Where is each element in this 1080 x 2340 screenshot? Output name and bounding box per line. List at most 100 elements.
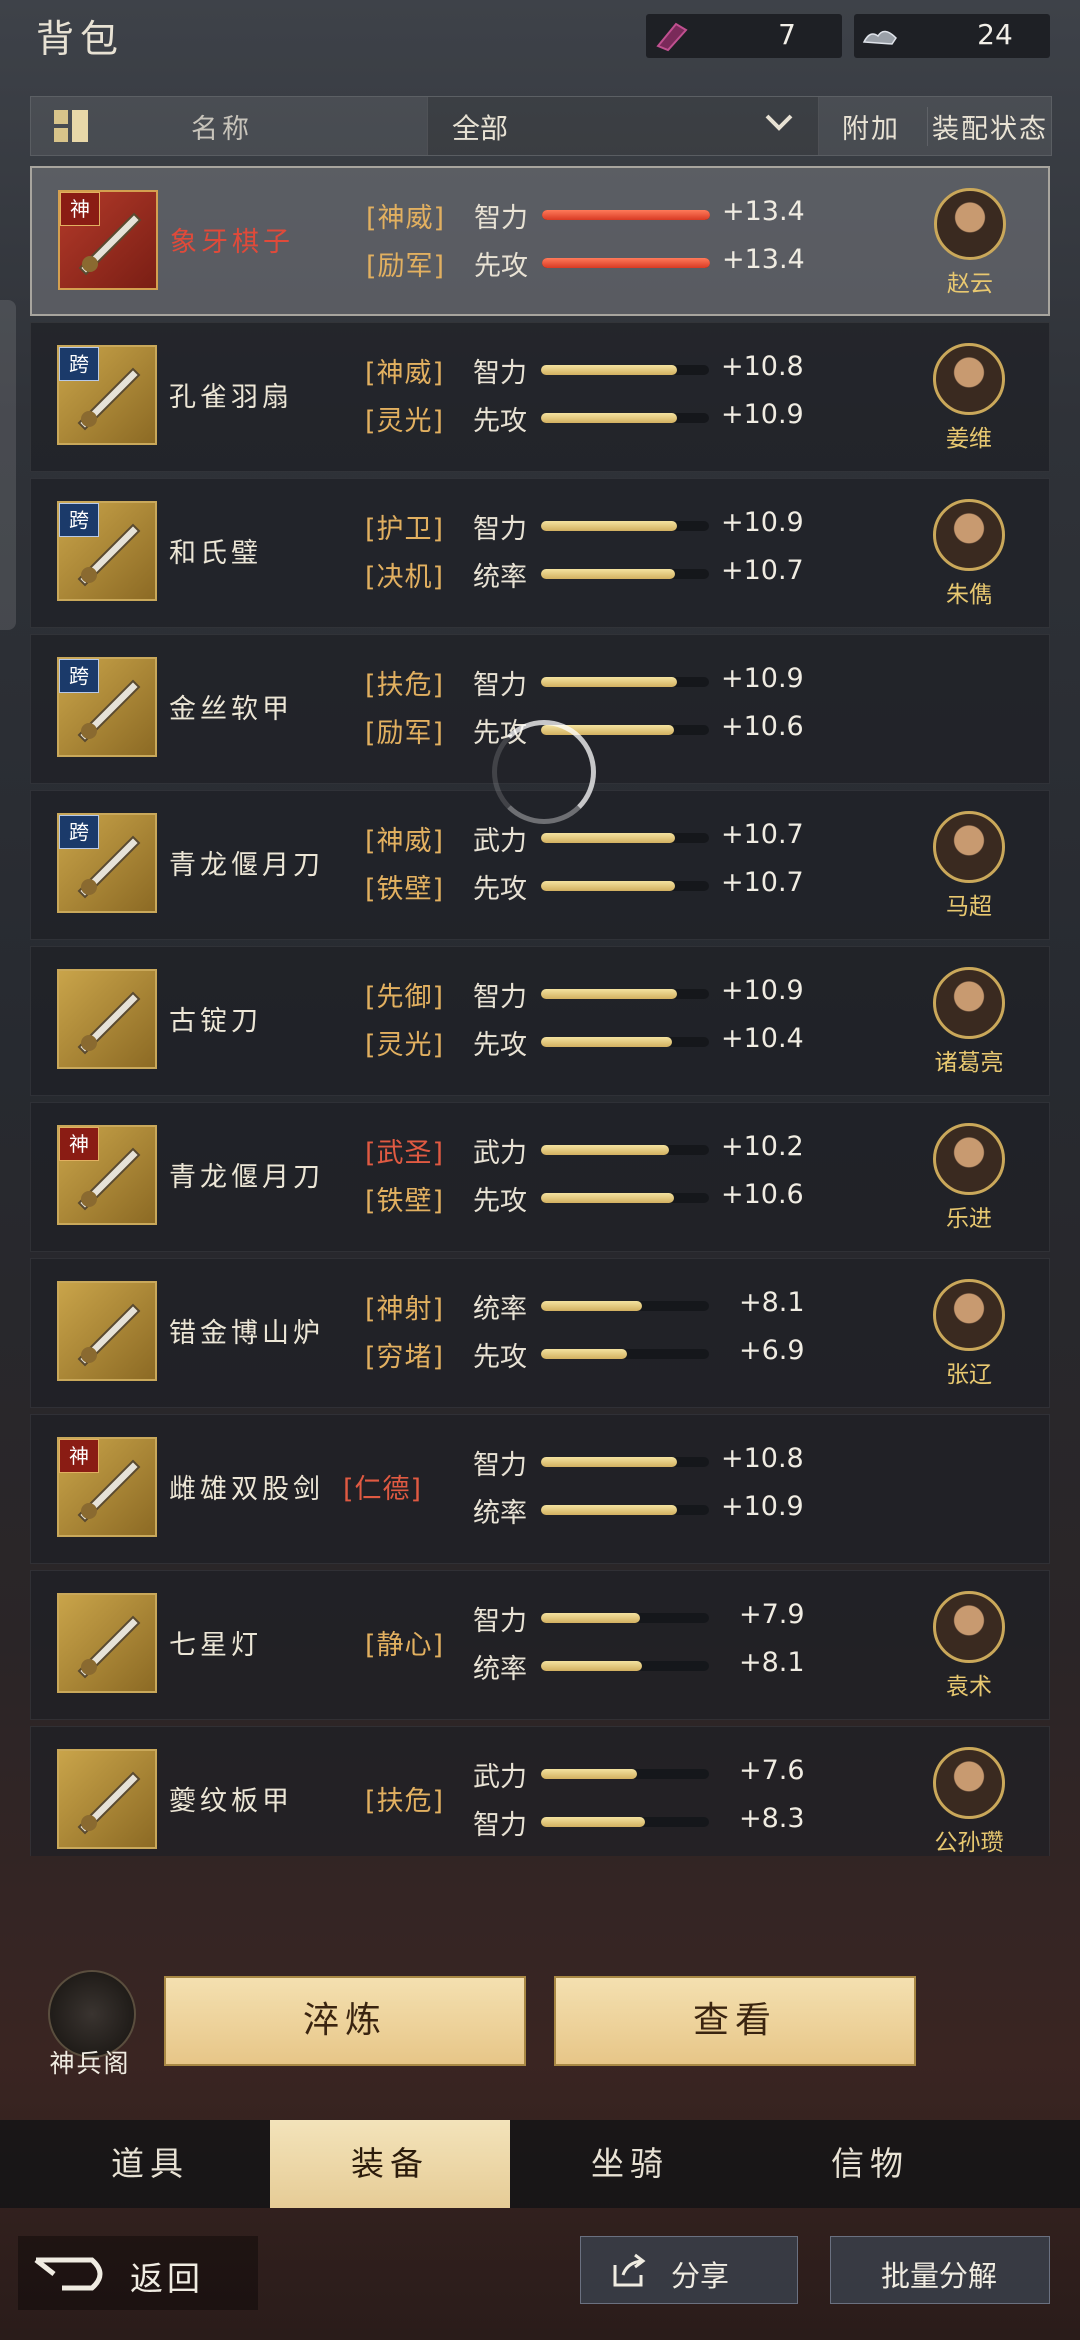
item-row[interactable]: 神青龙偃月刀 [武圣] 武力 +10.2 [铁壁] 先攻 +10.6 乐进 bbox=[30, 1102, 1050, 1252]
attribute-tag: [神威] bbox=[366, 203, 446, 234]
tab-items[interactable]: 道具 bbox=[30, 2120, 270, 2208]
sort-by-status[interactable]: 装配状态 bbox=[927, 107, 1052, 146]
tab-tokens[interactable]: 信物 bbox=[750, 2120, 990, 2208]
batch-decompose-button[interactable]: 批量分解 bbox=[830, 2236, 1050, 2304]
hero-name: 朱儁 bbox=[946, 582, 992, 608]
attribute-value: +8.3 bbox=[739, 1803, 805, 1834]
hero-name: 马超 bbox=[946, 894, 992, 920]
armory-label: 神兵阁 bbox=[49, 2049, 131, 2078]
item-thumbnail bbox=[57, 969, 157, 1069]
attribute-bar-fill bbox=[541, 569, 675, 579]
view-button[interactable]: 查看 bbox=[554, 1976, 916, 2066]
equipped-hero[interactable]: 袁术 bbox=[929, 1591, 1009, 1701]
attribute-bar bbox=[541, 413, 709, 423]
attribute-value: +10.7 bbox=[721, 819, 804, 850]
footer-bar: 返回 分享 批量分解 bbox=[0, 2230, 1080, 2340]
item-attribute: [励军] 先攻 +13.4 bbox=[336, 244, 816, 284]
divine-badge: 神 bbox=[59, 1127, 99, 1161]
gem-resource[interactable]: 7 bbox=[646, 14, 842, 58]
cross-badge: 跨 bbox=[59, 659, 99, 693]
attribute-value: +10.9 bbox=[721, 399, 804, 430]
item-name: 青龙偃月刀 bbox=[169, 850, 324, 881]
attribute-stat: 智力 bbox=[473, 670, 527, 701]
equipped-hero[interactable]: 朱儁 bbox=[929, 499, 1009, 609]
equipped-hero[interactable]: 张辽 bbox=[929, 1279, 1009, 1389]
attribute-stat: 先攻 bbox=[473, 1030, 527, 1061]
attribute-stat: 先攻 bbox=[473, 1186, 527, 1217]
attribute-tag: [灵光] bbox=[365, 1030, 445, 1061]
hero-avatar bbox=[933, 1591, 1005, 1663]
item-row[interactable]: 夔纹板甲 [扶危] 武力 +7.6 智力 +8.3 公孙瓒 bbox=[30, 1726, 1050, 1856]
equipped-hero[interactable]: 乐进 bbox=[929, 1123, 1009, 1233]
attribute-tag: [武圣] bbox=[365, 1138, 445, 1169]
attribute-stat: 先攻 bbox=[473, 406, 527, 437]
hero-name: 张辽 bbox=[946, 1362, 992, 1388]
share-button[interactable]: 分享 bbox=[580, 2236, 798, 2304]
item-thumbnail: 跨 bbox=[57, 345, 157, 445]
item-attribute: [扶危] 智力 +10.9 bbox=[335, 663, 815, 703]
attribute-bar bbox=[542, 210, 710, 220]
equipped-hero[interactable]: 公孙瓒 bbox=[929, 1747, 1009, 1856]
equipped-hero[interactable]: 马超 bbox=[929, 811, 1009, 921]
side-drawer-handle[interactable] bbox=[0, 300, 16, 630]
attribute-value: +10.9 bbox=[721, 507, 804, 538]
attribute-tag: [铁壁] bbox=[365, 1186, 445, 1217]
hero-avatar bbox=[933, 499, 1005, 571]
hero-avatar bbox=[933, 811, 1005, 883]
tab-equipment[interactable]: 装备 bbox=[270, 2120, 510, 2208]
attribute-stat: 智力 bbox=[473, 1450, 527, 1481]
item-row[interactable]: 古锭刀 [先御] 智力 +10.9 [灵光] 先攻 +10.4 诸葛亮 bbox=[30, 946, 1050, 1096]
back-button[interactable]: 返回 bbox=[18, 2236, 258, 2310]
equipped-hero[interactable]: 诸葛亮 bbox=[929, 967, 1009, 1077]
attribute-tag: [励军] bbox=[366, 251, 446, 282]
sort-by-name[interactable]: 名称 bbox=[191, 107, 253, 146]
attribute-value: +7.6 bbox=[739, 1755, 805, 1786]
item-thumbnail: 跨 bbox=[57, 657, 157, 757]
attribute-bar bbox=[541, 1037, 709, 1047]
attribute-bar bbox=[541, 1817, 709, 1827]
item-name: 青龙偃月刀 bbox=[169, 1162, 324, 1193]
attribute-bar-fill bbox=[541, 521, 677, 531]
category-dropdown[interactable]: 全部 bbox=[427, 97, 819, 155]
hero-name: 袁术 bbox=[946, 1674, 992, 1700]
equipment-list[interactable]: 神象牙棋子 [神威] 智力 +13.4 [励军] 先攻 +13.4 赵云跨孔雀羽扇 [神威] 智力… bbox=[30, 166, 1050, 1856]
item-attribute: 武力 +7.6 bbox=[335, 1755, 815, 1795]
cloud-resource[interactable]: 24 bbox=[854, 14, 1050, 58]
item-attribute: [灵光] 先攻 +10.4 bbox=[335, 1023, 815, 1063]
attribute-bar-fill bbox=[542, 258, 710, 268]
refine-button[interactable]: 淬炼 bbox=[164, 1976, 526, 2066]
sort-by-extra[interactable]: 附加 bbox=[821, 107, 921, 146]
equipped-hero[interactable]: 姜维 bbox=[929, 343, 1009, 453]
attribute-bar-fill bbox=[541, 1817, 645, 1827]
equipped-hero[interactable]: 赵云 bbox=[930, 188, 1010, 298]
item-row[interactable]: 跨和氏璧 [护卫] 智力 +10.9 [决机] 统率 +10.7 朱儁 bbox=[30, 478, 1050, 628]
cross-badge: 跨 bbox=[59, 347, 99, 381]
attribute-value: +10.9 bbox=[721, 975, 804, 1006]
item-attribute: [铁壁] 先攻 +10.6 bbox=[335, 1179, 815, 1219]
attribute-value: +13.4 bbox=[722, 244, 805, 275]
item-row[interactable]: 神象牙棋子 [神威] 智力 +13.4 [励军] 先攻 +13.4 赵云 bbox=[30, 166, 1050, 316]
item-thumbnail bbox=[57, 1593, 157, 1693]
item-row[interactable]: 跨孔雀羽扇 [神威] 智力 +10.8 [灵光] 先攻 +10.9 姜维 bbox=[30, 322, 1050, 472]
attribute-bar-fill bbox=[541, 1505, 677, 1515]
item-row[interactable]: 神雌雄双股剑 [仁德] 智力 +10.8 统率 +10.9 bbox=[30, 1414, 1050, 1564]
attribute-bar bbox=[541, 989, 709, 999]
item-row[interactable]: 错金博山炉 [神射] 统率 +8.1 [穷堵] 先攻 +6.9 张辽 bbox=[30, 1258, 1050, 1408]
item-thumbnail bbox=[57, 1749, 157, 1849]
hero-avatar bbox=[933, 1747, 1005, 1819]
category-tabs: 道具 装备 坐骑 信物 bbox=[0, 2120, 1080, 2208]
attribute-bar bbox=[542, 258, 710, 268]
attribute-stat: 统率 bbox=[473, 1498, 527, 1529]
batch-decompose-label: 批量分解 bbox=[881, 2259, 998, 2293]
tab-mounts[interactable]: 坐骑 bbox=[510, 2120, 750, 2208]
attribute-bar bbox=[541, 1769, 709, 1779]
armory-button[interactable]: 神兵阁 bbox=[30, 1960, 150, 2080]
attribute-bar bbox=[541, 1613, 709, 1623]
item-attribute: [神射] 统率 +8.1 bbox=[335, 1287, 815, 1327]
item-thumbnail: 跨 bbox=[57, 813, 157, 913]
layout-toggle-icon[interactable] bbox=[53, 109, 89, 143]
attribute-bar-fill bbox=[541, 881, 675, 891]
item-row[interactable]: 七星灯 [静心] 智力 +7.9 统率 +8.1 袁术 bbox=[30, 1570, 1050, 1720]
attribute-tag: [神威] bbox=[365, 826, 445, 857]
attribute-value: +8.1 bbox=[739, 1647, 805, 1678]
